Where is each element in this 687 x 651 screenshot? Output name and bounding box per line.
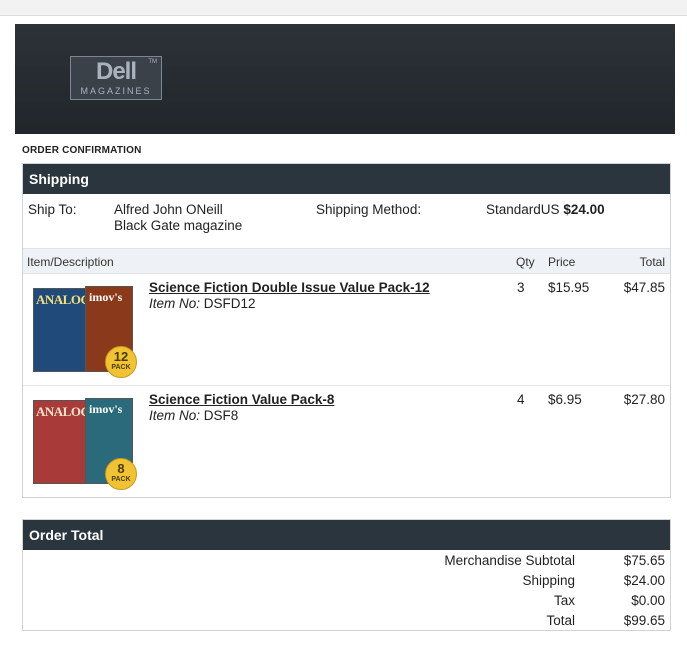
pack-count: 12 (113, 349, 129, 364)
subtotal-value: $75.65 (623, 553, 665, 568)
col-total: Total (639, 255, 665, 269)
shipping-header: Shipping (23, 164, 670, 194)
shipping-total-label: Shipping (522, 573, 575, 588)
pack-label: PACK (111, 476, 131, 483)
dell-magazines-logo[interactable]: Dell TM MAGAZINES (70, 56, 162, 100)
pack-badge: 8 PACK (105, 458, 137, 490)
product-image[interactable]: ANALOG imov's 8 PACK (33, 398, 137, 490)
cover-title: ANALOG (36, 404, 91, 419)
col-qty: Qty (516, 255, 535, 269)
shipping-method-name: StandardUS (486, 202, 560, 217)
cover-title: imov's (89, 402, 123, 416)
shipping-details: Ship To: Alfred John ONeill Black Gate m… (23, 194, 670, 248)
pack-count: 8 (117, 461, 125, 476)
subtotal-label: Merchandise Subtotal (444, 553, 575, 568)
tax-row: Tax $0.00 (23, 590, 670, 610)
shipping-method-label: Shipping Method: (316, 202, 422, 217)
logo-subtitle: MAGAZINES (80, 86, 152, 96)
tax-value: $0.00 (631, 593, 665, 608)
header-banner: Dell TM MAGAZINES (15, 24, 675, 134)
cover-title: imov's (89, 290, 123, 304)
analog-cover: ANALOG (33, 400, 91, 484)
subtotal-row: Merchandise Subtotal $75.65 (23, 550, 670, 570)
table-row: ANALOG imov's 8 PACK Science Fiction Val… (23, 386, 670, 498)
item-number: Item No: DSFD12 (149, 296, 256, 311)
table-row: ANALOG imov's 12 PACK Science Fiction Do… (23, 274, 670, 386)
shipping-method-value: StandardUS $24.00 (486, 202, 605, 217)
tax-label: Tax (553, 593, 575, 608)
item-qty: 3 (517, 280, 525, 295)
order-total-panel: Order Total Merchandise Subtotal $75.65 … (22, 519, 671, 631)
logo-trademark: TM (148, 59, 157, 65)
ship-to-company: Black Gate magazine (114, 218, 243, 233)
shipping-method-cost: $24.00 (563, 202, 605, 217)
item-qty: 4 (517, 392, 525, 407)
shipping-total-value: $24.00 (623, 573, 665, 588)
item-number: Item No: DSF8 (149, 408, 238, 423)
item-price: $15.95 (548, 280, 590, 295)
item-number-label: Item No: (149, 296, 201, 311)
item-total: $27.80 (623, 392, 665, 407)
product-link[interactable]: Science Fiction Value Pack-8 (149, 392, 334, 407)
analog-cover: ANALOG (33, 288, 91, 372)
order-total-rows: Merchandise Subtotal $75.65 Shipping $24… (23, 550, 670, 630)
grand-total-label: Total (546, 613, 575, 628)
items-table-header: Item/Description Qty Price Total (23, 248, 670, 274)
item-price: $6.95 (548, 392, 582, 407)
col-price: Price (548, 255, 576, 269)
grand-total-value: $99.65 (623, 613, 665, 628)
col-item-description: Item/Description (27, 255, 114, 269)
ship-to-name: Alfred John ONeill (114, 202, 223, 217)
shipping-row: Shipping $24.00 (23, 570, 670, 590)
item-number-value: DSF8 (203, 408, 239, 423)
top-strip (0, 0, 687, 16)
product-link[interactable]: Science Fiction Double Issue Value Pack-… (149, 280, 430, 295)
shipping-panel: Shipping Ship To: Alfred John ONeill Bla… (22, 163, 671, 498)
pack-label: PACK (111, 364, 131, 371)
item-total: $47.85 (623, 280, 665, 295)
order-total-header: Order Total (23, 520, 670, 550)
item-number-value: DSFD12 (203, 296, 256, 311)
pack-badge: 12 PACK (105, 346, 137, 378)
product-image[interactable]: ANALOG imov's 12 PACK (33, 286, 137, 378)
cover-title: ANALOG (36, 292, 91, 307)
ship-to-label: Ship To: (28, 202, 77, 217)
item-number-label: Item No: (149, 408, 201, 423)
grand-total-row: Total $99.65 (23, 610, 670, 630)
page-title: ORDER CONFIRMATION (22, 145, 142, 156)
